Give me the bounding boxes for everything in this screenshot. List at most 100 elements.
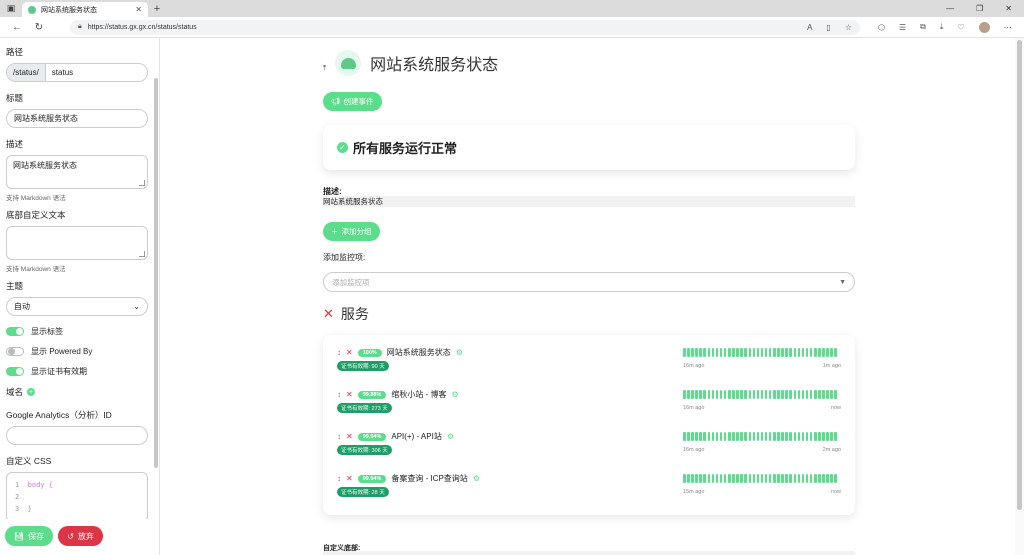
window-controls: — ❐ ✕ [946, 4, 1024, 13]
remove-monitor-icon[interactable]: ✕ [346, 432, 353, 441]
group-title[interactable]: 服务 [341, 304, 369, 324]
page-title[interactable]: 网站系统服务状态 [370, 51, 498, 75]
heartbeat-tick [687, 348, 690, 357]
gear-icon[interactable]: ⚙ [451, 390, 458, 399]
drag-handle-icon[interactable]: ↕ [337, 348, 341, 357]
sidebar-scrollbar[interactable] [154, 78, 158, 468]
heartbeat-tick [711, 432, 715, 441]
url-text[interactable]: https://status.gx.gx.cn/status/status [88, 24, 801, 31]
heartbeat-tick [834, 432, 837, 441]
heartbeat-tick [830, 474, 833, 483]
heartbeat-tick [818, 390, 821, 399]
favorites-icon[interactable]: ☰ [899, 23, 906, 32]
back-icon[interactable]: ← [6, 22, 28, 33]
heartbeat-tick [748, 432, 751, 441]
restore-button[interactable]: ❐ [976, 4, 983, 13]
description-editable[interactable]: 网站系统服务状态 [323, 196, 855, 207]
heartbeat-tick [764, 348, 768, 357]
download-icon[interactable]: ⤓ [940, 22, 944, 32]
add-monitor-select[interactable]: 添加监控项 ▼ [323, 272, 855, 292]
delete-group-icon[interactable]: ✕ [323, 306, 334, 322]
overall-status-text: 所有服务运行正常 [353, 141, 458, 156]
add-group-button[interactable]: ＋ 添加分组 [323, 222, 380, 241]
reader-view-icon[interactable]: ▯ [826, 23, 830, 32]
heartbeat-tick [801, 348, 805, 357]
collections-icon[interactable]: ⧉ [920, 22, 926, 32]
tab-actions-icon[interactable]: ▣ [0, 3, 22, 14]
heartbeat-tick [768, 390, 772, 399]
performance-icon[interactable]: ♡ [957, 23, 964, 32]
heartbeat-tick [818, 432, 821, 441]
settings-sidebar: 路径 /status/ status 标题 网站系统服务状态 描述 网站系统服务… [0, 38, 160, 555]
title-input[interactable]: 网站系统服务状态 [6, 109, 148, 128]
tab-close-icon[interactable]: ✕ [135, 5, 142, 14]
path-input-group: /status/ status [6, 63, 148, 82]
monitor-name: API(+) - API站 [391, 432, 442, 441]
heartbeat-tick [699, 348, 702, 357]
drag-handle-icon[interactable]: ↕ [337, 432, 341, 441]
heartbeat-tick [764, 432, 768, 441]
code-line: 2 [15, 493, 20, 501]
page-scrollbar-thumb[interactable] [1017, 40, 1022, 510]
url-field[interactable]: 🔒︎ https://status.gx.gx.cn/status/status… [70, 19, 860, 35]
save-label: 保存 [28, 531, 45, 541]
save-button[interactable]: 💾︎ 保存 [5, 526, 54, 546]
ga-input[interactable] [6, 426, 148, 445]
custom-css-editor[interactable]: 1 body { 2 3 } [6, 472, 148, 522]
heartbeat-tick [728, 432, 731, 441]
code-line: 1 body { [15, 481, 53, 489]
theme-select[interactable]: 自动 ⌄ [6, 297, 148, 316]
custom-footer-editable[interactable] [323, 551, 855, 555]
refresh-icon[interactable]: ↻ [28, 22, 50, 33]
switch-powered-by[interactable] [6, 347, 24, 356]
toggle-show-tags[interactable]: 显示标签 [6, 326, 148, 337]
remove-monitor-icon[interactable]: ✕ [346, 390, 353, 399]
overall-status-card: ✓ 所有服务运行正常 [323, 125, 855, 170]
more-menu-icon[interactable]: ⋯ [1004, 23, 1012, 32]
remove-monitor-icon[interactable]: ✕ [346, 474, 353, 483]
gear-icon[interactable]: ⚙ [447, 432, 454, 441]
heartbeat-tick [719, 348, 723, 357]
heartbeat-tick [830, 432, 833, 441]
new-tab-button[interactable]: + [148, 3, 166, 15]
drag-handle-icon[interactable]: ↕ [337, 390, 341, 399]
close-window-button[interactable]: ✕ [1005, 4, 1012, 13]
switch-cert-expiry[interactable] [6, 367, 24, 376]
extension-icon[interactable]: ⬡ [878, 23, 885, 32]
lock-icon[interactable]: 🔒︎ [78, 23, 82, 31]
heartbeat-tick [719, 390, 723, 399]
path-input[interactable]: status [46, 64, 79, 81]
site-logo[interactable] [335, 50, 362, 76]
upload-logo-icon[interactable]: ⤒ [323, 65, 326, 73]
create-event-button[interactable]: 📢︎ 创建事件 [323, 92, 382, 111]
switch-show-tags[interactable] [6, 327, 24, 336]
add-domain-icon[interactable]: + [27, 388, 36, 396]
monitor-name: 网站系统服务状态 [386, 348, 451, 357]
footer-text-textarea[interactable] [6, 226, 148, 260]
drag-handle-icon[interactable]: ↕ [337, 474, 341, 483]
heartbeat-tick [723, 390, 727, 399]
discard-button[interactable]: ↺ 放弃 [58, 526, 103, 546]
favorite-star-icon[interactable]: ☆ [845, 23, 852, 32]
toggle-cert-expiry[interactable]: 显示证书有效期 [6, 366, 148, 377]
heartbeat-tick [695, 474, 698, 483]
gear-icon[interactable]: ⚙ [456, 348, 463, 357]
page-scrollbar[interactable] [1015, 38, 1024, 555]
plus-icon: ＋ [331, 227, 339, 236]
toggle-powered-by[interactable]: 显示 Powered By [6, 346, 148, 357]
profile-avatar[interactable] [978, 21, 990, 33]
browser-tab[interactable]: 网站系统服务状态 ✕ [22, 2, 148, 17]
heartbeat-tick [785, 390, 788, 399]
minimize-button[interactable]: — [946, 4, 954, 13]
heartbeat-bar [683, 432, 837, 441]
gear-icon[interactable]: ⚙ [473, 474, 480, 483]
description-textarea[interactable]: 网站系统服务状态 [6, 155, 148, 189]
heartbeat-tick [699, 474, 702, 483]
read-aloud-icon[interactable]: A [807, 23, 812, 32]
heartbeat-tick [768, 474, 772, 483]
group-header: ✕ 服务 [323, 304, 369, 324]
heartbeat-tick [777, 474, 780, 483]
heartbeat-tick [695, 432, 698, 441]
remove-monitor-icon[interactable]: ✕ [346, 348, 353, 357]
heartbeat-tick [707, 432, 711, 441]
